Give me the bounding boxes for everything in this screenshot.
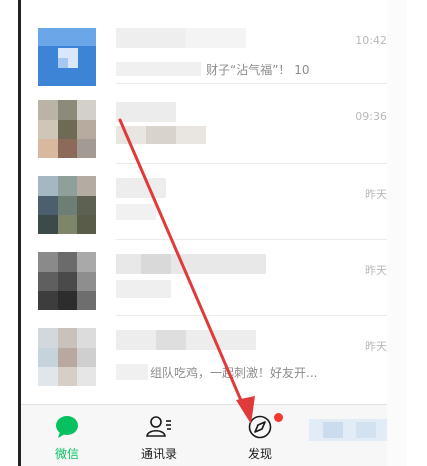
redacted-block: [323, 422, 343, 438]
chat-list[interactable]: 财子“沾气福”！ 10 10:42 09:36 昨天 昨天 组队吃鸡，一起刺激！…: [21, 0, 407, 404]
timestamp: 10:42: [355, 34, 387, 47]
contact-name-redacted: [116, 254, 266, 274]
contact-name-redacted: [116, 330, 256, 350]
message-preview-redacted: [116, 364, 148, 380]
tab-label: 发现: [247, 447, 272, 461]
contacts-icon: [145, 414, 173, 440]
tab-chats[interactable]: 微信: [21, 405, 113, 466]
chat-row[interactable]: 09:36: [21, 88, 407, 164]
contact-name-redacted: [186, 28, 246, 48]
avatar: [38, 100, 96, 158]
compass-icon: [246, 414, 274, 440]
timestamp: 昨天: [365, 340, 387, 353]
contact-name-redacted: [116, 178, 166, 198]
tab-label: 微信: [54, 447, 79, 461]
chat-row[interactable]: 组队吃鸡，一起刺激！好友开... 昨天: [21, 316, 407, 404]
notification-dot: [274, 413, 283, 422]
contact-name-redacted: [116, 102, 176, 122]
message-preview-redacted: [116, 204, 156, 220]
chat-row[interactable]: 昨天: [21, 164, 407, 240]
tab-me-redacted[interactable]: [301, 405, 387, 466]
message-preview-redacted: [146, 126, 176, 144]
tab-contacts[interactable]: 通讯录: [113, 405, 205, 466]
avatar: [38, 328, 96, 386]
message-preview-redacted: [116, 62, 201, 76]
avatar: [38, 176, 96, 234]
message-preview-redacted: [116, 280, 171, 298]
contact-name-redacted: [116, 28, 186, 48]
row-divider: [116, 83, 407, 84]
message-preview: 财子“沾气福”！ 10: [206, 63, 310, 77]
wechat-screen: 财子“沾气福”！ 10 10:42 09:36 昨天 昨天 组队吃鸡，一起刺激！…: [0, 0, 427, 466]
timestamp: 09:36: [355, 110, 387, 123]
chat-row[interactable]: 财子“沾气福”！ 10 10:42: [21, 8, 407, 86]
right-margin: [387, 0, 407, 466]
left-border: [18, 0, 21, 466]
contact-name-redacted: [141, 254, 171, 274]
avatar: [38, 252, 96, 310]
bottom-tab-bar: 微信 通讯录 发现: [21, 404, 407, 466]
chat-bubble-icon: [53, 414, 81, 440]
tab-discover[interactable]: 发现: [214, 405, 306, 466]
redacted-block: [356, 422, 376, 438]
message-preview: 组队吃鸡，一起刺激！好友开...: [150, 366, 318, 380]
avatar: [38, 28, 96, 86]
contact-name-redacted: [156, 330, 186, 350]
chat-row[interactable]: 昨天: [21, 240, 407, 316]
tab-label: 通讯录: [140, 447, 177, 461]
timestamp: 昨天: [365, 264, 387, 277]
timestamp: 昨天: [365, 188, 387, 201]
